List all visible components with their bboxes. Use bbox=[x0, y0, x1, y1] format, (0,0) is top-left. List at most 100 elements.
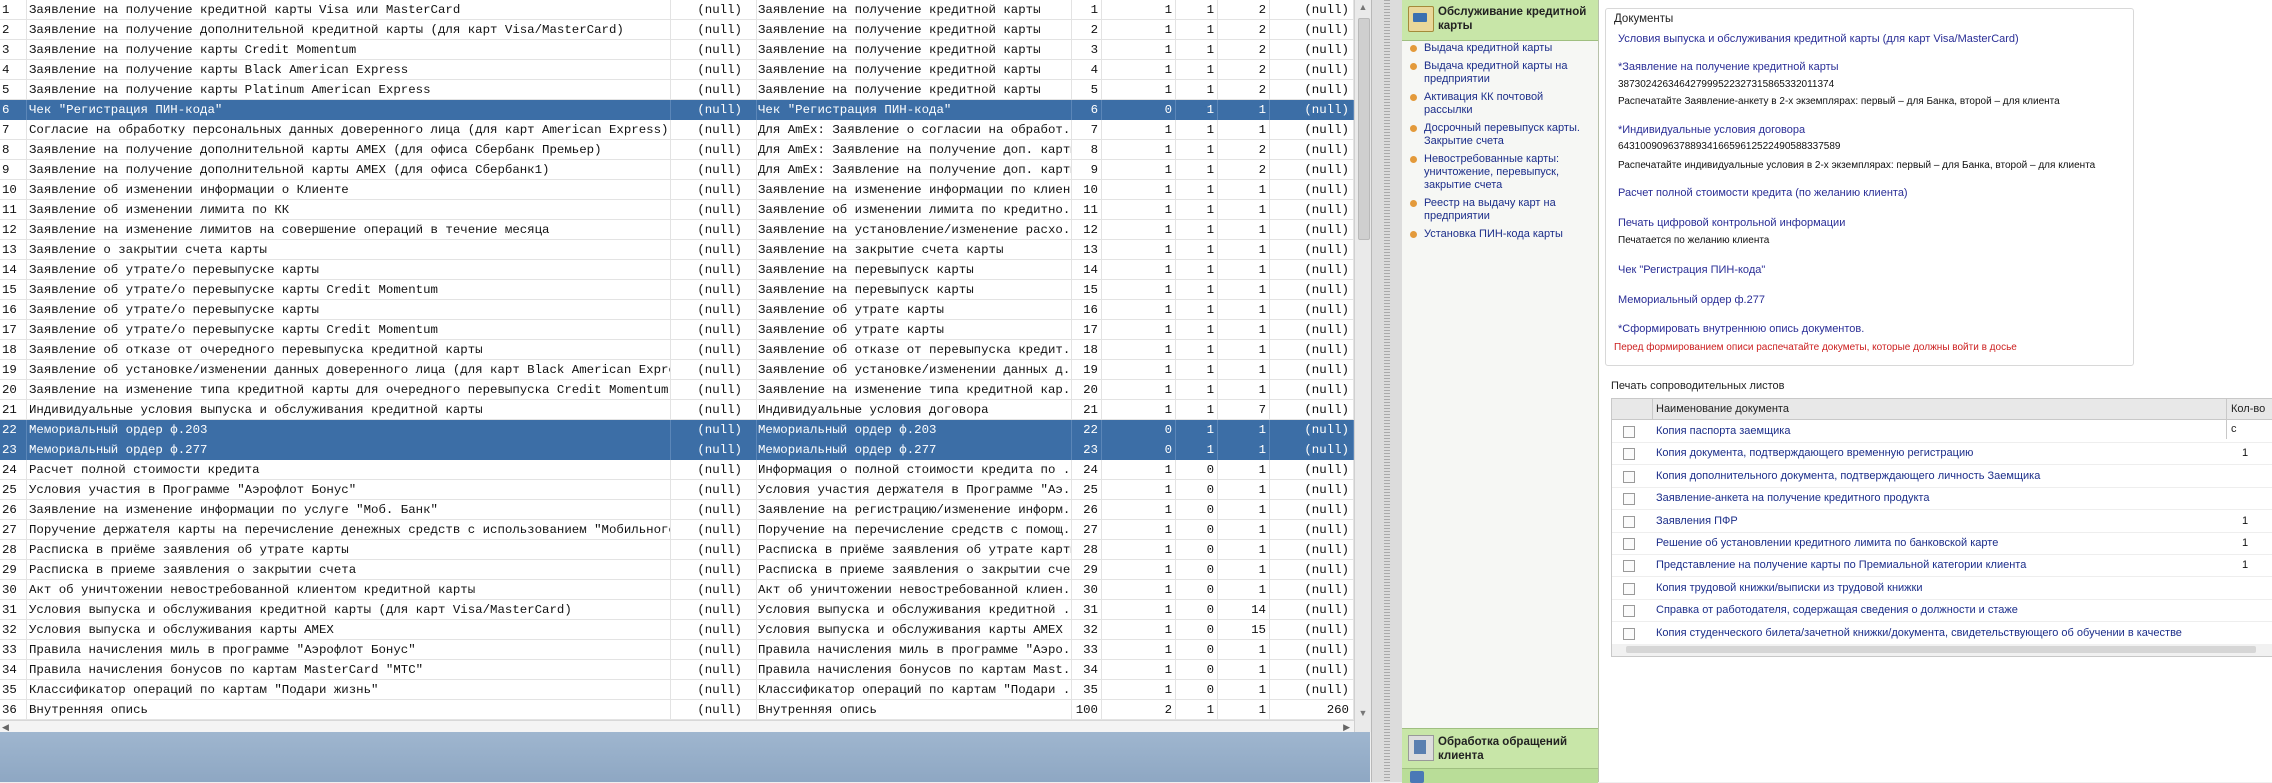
link-individual-conditions[interactable]: *Индивидуальные условия договора bbox=[1618, 124, 1805, 136]
table-row[interactable]: 10 Заявление об изменении информации о Кл… bbox=[0, 180, 1354, 200]
table-row[interactable]: 13 Заявление о закрытии счета карты (null)… bbox=[0, 240, 1354, 260]
nav-link-unclaimed-cards[interactable]: Невостребованные карты: уничтожение, пер… bbox=[1402, 153, 1598, 192]
list-item[interactable]: Копия документа, подтверждающего временн… bbox=[1612, 442, 2272, 466]
table-row[interactable]: 4 Заявление на получение карты Black Amer… bbox=[0, 60, 1354, 80]
link-inventory[interactable]: *Сформировать внутреннюю опись документо… bbox=[1618, 323, 1864, 335]
table-row[interactable]: 16 Заявление об утрате/о перевыпуске карт… bbox=[0, 300, 1354, 320]
table-row[interactable]: 23 Мемориальный ордер ф.277 (null) Мемориал… bbox=[0, 440, 1354, 460]
row-checkbox[interactable] bbox=[1623, 627, 1635, 640]
nav-link-card-issue[interactable]: Выдача кредитной карты bbox=[1402, 42, 1598, 55]
document-name[interactable]: Копия дополнительного документа, подтвер… bbox=[1656, 465, 2040, 487]
table-row[interactable]: 30 Акт об уничтожении невостребованной кл… bbox=[0, 580, 1354, 600]
scroll-down-arrow-icon[interactable]: ▼ bbox=[1355, 706, 1371, 720]
row-checkbox[interactable] bbox=[1623, 538, 1635, 550]
panel-splitter[interactable] bbox=[1371, 0, 1403, 782]
document-name[interactable]: Копия студенческого билета/зачетной книж… bbox=[1656, 622, 2182, 644]
table-row[interactable]: 35 Классификатор операций по картам "Пода… bbox=[0, 680, 1354, 700]
table-row[interactable]: 28 Расписка в приёме заявления об утрате … bbox=[0, 540, 1354, 560]
row-checkbox[interactable] bbox=[1623, 605, 1635, 618]
list-item[interactable]: Копия дополнительного документа, подтвер… bbox=[1612, 465, 2272, 488]
table-row[interactable]: 26 Заявление на изменение информации по у… bbox=[0, 500, 1354, 520]
cell-name: Мемориальный ордер ф.203 bbox=[27, 420, 671, 440]
row-checkbox[interactable] bbox=[1623, 560, 1635, 573]
link-pin-check[interactable]: Чек "Регистрация ПИН-кода" bbox=[1618, 264, 1765, 276]
list-item[interactable]: Копия студенческого билета/зачетной книж… bbox=[1612, 622, 2272, 645]
link-memo-order[interactable]: Мемориальный ордер ф.277 bbox=[1618, 294, 1765, 306]
nav-link-early-reissue[interactable]: Досрочный перевыпуск карты. Закрытие сче… bbox=[1402, 122, 1598, 148]
splitter-grip[interactable] bbox=[1384, 0, 1390, 782]
cell-a: 35 bbox=[1072, 680, 1102, 700]
link-digital-info[interactable]: Печать цифровой контрольной информации bbox=[1618, 217, 1845, 229]
table-row[interactable]: 17 Заявление об утрате/о перевыпуске карт… bbox=[0, 320, 1354, 340]
row-checkbox[interactable] bbox=[1623, 582, 1635, 595]
document-name[interactable]: Копия паспорта заемщика bbox=[1656, 420, 1790, 442]
table-row[interactable]: 5 Заявление на получение карты Platinum A… bbox=[0, 80, 1354, 100]
document-qty: 1 bbox=[2242, 447, 2249, 460]
cell-c: 1 bbox=[1176, 420, 1218, 440]
document-name[interactable]: Справка от работодателя, содержащая свед… bbox=[1656, 599, 2018, 621]
table-row[interactable]: 14 Заявление об утрате/о перевыпуске карт… bbox=[0, 260, 1354, 280]
document-name[interactable]: Заявление-анкета на получение кредитного… bbox=[1656, 487, 1929, 509]
table-row[interactable]: 6 Чек "Регистрация ПИН-кода" (null) Чек "Ре… bbox=[0, 100, 1354, 120]
link-application[interactable]: *Заявление на получение кредитной карты bbox=[1618, 61, 1839, 73]
table-row[interactable]: 15 Заявление об утрате/о перевыпуске карт… bbox=[0, 280, 1354, 300]
list-item[interactable]: Копия трудовой книжки/выписки из трудово… bbox=[1612, 577, 2272, 600]
table-row[interactable]: 19 Заявление об установке/изменении данны… bbox=[0, 360, 1354, 380]
document-name[interactable]: Заявления ПФР bbox=[1656, 510, 1738, 532]
list-item[interactable]: Справка от работодателя, содержащая свед… bbox=[1612, 599, 2272, 623]
table-row[interactable]: 18 Заявление об отказе от очередного пере… bbox=[0, 340, 1354, 360]
scroll-right-arrow-icon[interactable]: ▶ bbox=[1343, 721, 1350, 732]
table-row[interactable]: 29 Расписка в приеме заявления о закрытии… bbox=[0, 560, 1354, 580]
table-row[interactable]: 9 Заявление на получение дополнительной к… bbox=[0, 160, 1354, 180]
row-checkbox[interactable] bbox=[1623, 470, 1635, 483]
table-row[interactable]: 25 Условия участия в Программе "Аэрофлот … bbox=[0, 480, 1354, 500]
row-checkbox[interactable] bbox=[1623, 515, 1635, 528]
table-row[interactable]: 32 Условия выпуска и обслуживания карты А… bbox=[0, 620, 1354, 640]
list-item[interactable]: Заявление-анкета на получение кредитного… bbox=[1612, 487, 2272, 511]
table-row[interactable]: 2 Заявление на получение дополнительной к… bbox=[0, 20, 1354, 40]
document-name[interactable]: Решение об установлении кредитного лимит… bbox=[1656, 532, 1998, 554]
col-header-name[interactable]: Наименование документа bbox=[1656, 399, 1789, 419]
grid-horizontal-scrollbar[interactable]: ◀ ▶ bbox=[0, 720, 1354, 732]
row-checkbox[interactable] bbox=[1623, 493, 1635, 506]
scroll-up-arrow-icon[interactable]: ▲ bbox=[1355, 0, 1371, 14]
link-conditions[interactable]: Условия выпуска и обслуживания кредитной… bbox=[1618, 33, 2019, 45]
table-row[interactable]: 3 Заявление на получение карты Credit Mom… bbox=[0, 40, 1354, 60]
table-row[interactable]: 21 Индивидуальные условия выпуска и обслу… bbox=[0, 400, 1354, 420]
cell-c: 1 bbox=[1176, 240, 1218, 260]
row-checkbox[interactable] bbox=[1623, 426, 1635, 438]
table-row[interactable]: 22 Мемориальный ордер ф.203 (null) Мемориал… bbox=[0, 420, 1354, 440]
row-checkbox[interactable] bbox=[1623, 448, 1635, 461]
list-item[interactable]: Решение об установлении кредитного лимит… bbox=[1612, 532, 2272, 555]
list-item[interactable]: Заявления ПФР 1 bbox=[1612, 510, 2272, 533]
nav-link-pin-setup[interactable]: Установка ПИН-кода карты bbox=[1402, 228, 1598, 241]
table-row[interactable]: 12 Заявление на изменение лимитов на сове… bbox=[0, 220, 1354, 240]
list-item[interactable]: Копия паспорта заемщика bbox=[1612, 420, 2272, 443]
list-item[interactable]: Представление на получение карты по Прем… bbox=[1612, 554, 2272, 578]
scroll-left-arrow-icon[interactable]: ◀ bbox=[2, 721, 9, 732]
nav-link-registry[interactable]: Реестр на выдачу карт на предприятии bbox=[1402, 197, 1598, 223]
table-row[interactable]: 20 Заявление на изменение типа кредитной … bbox=[0, 380, 1354, 400]
table-row[interactable]: 24 Расчет полной стоимости кредита (null) И… bbox=[0, 460, 1354, 480]
nav-link-mail-activation[interactable]: Активация КК почтовой рассылки bbox=[1402, 91, 1598, 117]
table-row[interactable]: 8 Заявление на получение дополнительной к… bbox=[0, 140, 1354, 160]
table-row[interactable]: 33 Правила начисления миль в программе "А… bbox=[0, 640, 1354, 660]
grid-vertical-scrollbar[interactable]: ▲ ▼ bbox=[1354, 0, 1371, 732]
table-row[interactable]: 7 Согласие на обработку персональных данн… bbox=[0, 120, 1354, 140]
nav-section-next[interactable] bbox=[1402, 768, 1598, 783]
table-row[interactable]: 1 Заявление на получение кредитной карты … bbox=[0, 0, 1354, 20]
print-table-scrollbar[interactable] bbox=[1611, 644, 2272, 657]
nav-link-card-issue-enterprise[interactable]: Выдача кредитной карты на предприятии bbox=[1402, 60, 1598, 86]
table-row[interactable]: 31 Условия выпуска и обслуживания кредитн… bbox=[0, 600, 1354, 620]
nav-section-header[interactable]: Обслуживание кредитной карты bbox=[1402, 0, 1598, 41]
document-name[interactable]: Копия трудовой книжки/выписки из трудово… bbox=[1656, 577, 1922, 599]
table-row[interactable]: 11 Заявление об изменении лимита по КК (nu… bbox=[0, 200, 1354, 220]
table-row[interactable]: 27 Поручение держателя карты на перечисле… bbox=[0, 520, 1354, 540]
scrollbar-thumb[interactable] bbox=[1358, 18, 1370, 240]
link-credit-cost[interactable]: Расчет полной стоимости кредита (по жела… bbox=[1618, 187, 1908, 199]
document-name[interactable]: Представление на получение карты по Прем… bbox=[1656, 554, 2026, 576]
table-row[interactable]: 36 Внутренняя опись (null) Внутренняя опись… bbox=[0, 700, 1354, 720]
document-name[interactable]: Копия документа, подтверждающего временн… bbox=[1656, 442, 1973, 464]
table-row[interactable]: 34 Правила начисления бонусов по картам M… bbox=[0, 660, 1354, 680]
scrollbar-thumb[interactable] bbox=[1626, 646, 2256, 653]
